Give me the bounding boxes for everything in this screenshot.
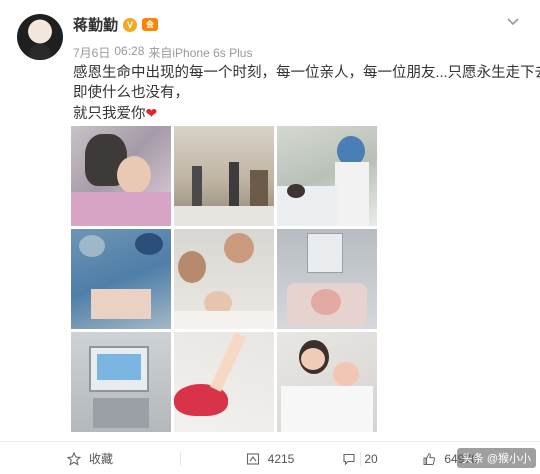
post-text-line-content: 就只我爱你 bbox=[73, 106, 146, 122]
user-name[interactable]: 蒋勤勤 bbox=[73, 14, 118, 35]
photo-thumbnail[interactable] bbox=[277, 229, 377, 329]
photo-grid bbox=[71, 126, 377, 432]
photo-thumbnail[interactable] bbox=[71, 332, 171, 432]
post-time: 06:28 bbox=[114, 44, 145, 58]
heart-emoji-icon: ❤ bbox=[145, 105, 158, 121]
photo-thumbnail[interactable] bbox=[277, 332, 377, 432]
post-text-line: 感恩生命中出现的每一个时刻，每一位亲人，每一位朋友...只愿永生走下去， bbox=[73, 65, 540, 81]
photo-thumbnail[interactable] bbox=[277, 126, 377, 226]
chevron-down-icon[interactable] bbox=[506, 16, 520, 28]
verified-badge-icon: V bbox=[123, 17, 138, 32]
post-date[interactable]: 7月6日 bbox=[73, 44, 110, 61]
thumbs-up-icon bbox=[423, 452, 436, 465]
photo-thumbnail[interactable] bbox=[71, 229, 171, 329]
photo-thumbnail[interactable] bbox=[71, 126, 171, 226]
post-text-line: 就只我爱你❤ bbox=[73, 103, 523, 124]
member-badge-icon: 会 bbox=[142, 18, 159, 31]
user-name-row: 蒋勤勤 V 会 bbox=[73, 14, 159, 35]
favorite-button[interactable]: 收藏 bbox=[0, 442, 180, 474]
post-text-line: 即使什么也没有， bbox=[73, 85, 189, 101]
photo-thumbnail[interactable] bbox=[174, 126, 274, 226]
weibo-post: 蒋勤勤 V 会 7月6日 06:28 来自iPhone 6s Plus 感恩生命… bbox=[0, 0, 540, 474]
post-source: 来自iPhone 6s Plus bbox=[148, 46, 253, 60]
user-avatar[interactable] bbox=[17, 14, 63, 60]
favorite-label: 收藏 bbox=[88, 452, 113, 466]
photo-thumbnail[interactable] bbox=[174, 229, 274, 329]
post-text: 感恩生命中出现的每一个时刻，每一位亲人，每一位朋友...只愿永生走下去， 即使什… bbox=[73, 63, 540, 124]
star-icon bbox=[66, 451, 81, 466]
photo-thumbnail[interactable] bbox=[174, 332, 274, 432]
repost-icon bbox=[246, 452, 259, 465]
post-meta: 7月6日 06:28 来自iPhone 6s Plus bbox=[73, 44, 252, 61]
comment-icon bbox=[343, 453, 355, 465]
watermark: 头条 @猴小小 bbox=[456, 448, 536, 468]
